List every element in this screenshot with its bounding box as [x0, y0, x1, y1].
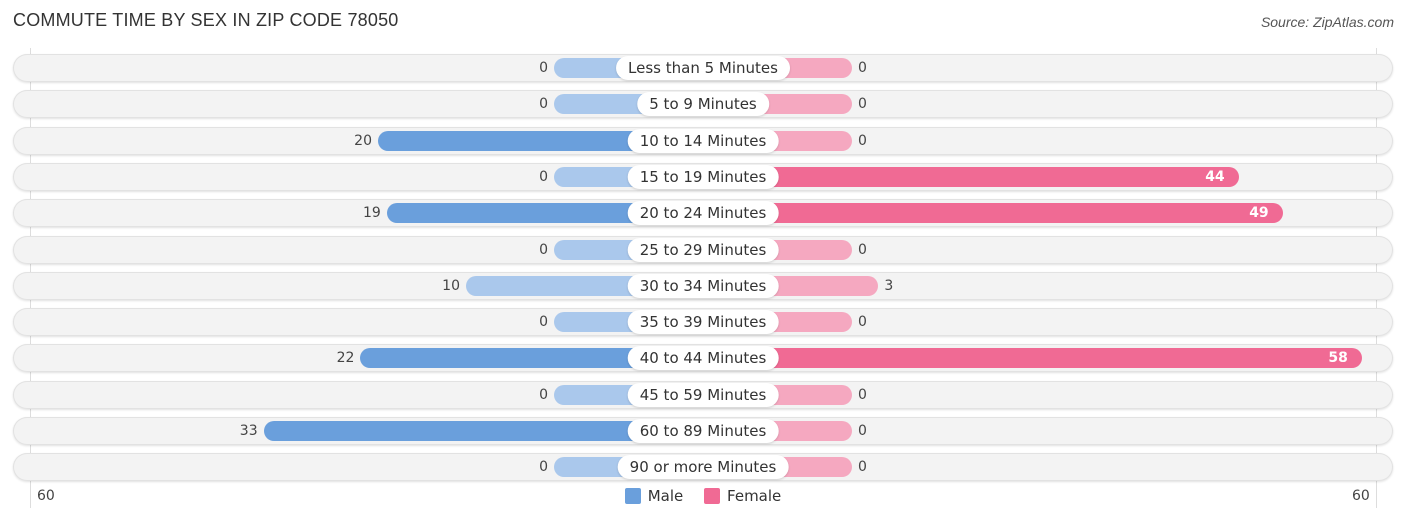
value-label-male: 33 [239, 423, 258, 439]
value-label-male: 10 [442, 277, 460, 294]
value-label-female: 49 [1249, 205, 1269, 222]
value-label-female: 0 [858, 459, 867, 476]
value-label-female: 58 [1328, 350, 1348, 367]
bar-female [703, 348, 1363, 369]
value-label-female: 0 [858, 60, 867, 76]
value-label-male: 0 [539, 168, 548, 185]
value-label-female: 44 [1205, 168, 1225, 185]
legend-item-male: Male [624, 487, 684, 505]
value-label-female: 0 [858, 386, 867, 403]
value-label-male: 0 [539, 96, 548, 113]
category-label: 10 to 14 Minutes [627, 128, 779, 153]
value-label-male: 0 [539, 459, 548, 476]
legend-label-male: Male [647, 487, 684, 505]
value-label-male: 0 [539, 241, 548, 258]
bar-female [703, 166, 1240, 187]
chart-container: COMMUTE TIME BY SEX IN ZIP CODE 78050 So… [0, 0, 1406, 522]
value-label-male: 20 [354, 132, 372, 149]
legend-swatch-male [624, 488, 641, 504]
category-label: 40 to 44 Minutes [627, 346, 779, 371]
legend: Male Female [0, 487, 1406, 508]
category-label: 20 to 24 Minutes [627, 201, 779, 226]
category-label: 45 to 59 Minutes [627, 382, 779, 407]
bar-female [703, 203, 1284, 224]
category-label: 15 to 19 Minutes [627, 164, 779, 189]
value-label-female: 3 [884, 277, 894, 294]
chart-title: COMMUTE TIME BY SEX IN ZIP CODE 78050 [13, 10, 399, 30]
value-label-male: 0 [539, 60, 548, 76]
category-label: Less than 5 Minutes [616, 56, 790, 80]
category-label: 5 to 9 Minutes [637, 92, 769, 117]
value-label-female: 0 [858, 96, 867, 113]
value-label-male: 19 [362, 205, 381, 222]
category-label: 60 to 89 Minutes [627, 419, 779, 443]
value-label-female: 0 [858, 241, 867, 258]
category-label: 90 or more Minutes [617, 455, 789, 480]
legend-swatch-female [704, 488, 721, 504]
value-label-male: 0 [539, 386, 548, 403]
value-label-female: 0 [858, 314, 867, 331]
legend-label-female: Female [727, 487, 782, 505]
value-label-female: 0 [858, 423, 867, 439]
value-label-male: 22 [336, 350, 355, 367]
category-label: 25 to 29 Minutes [627, 237, 779, 262]
value-label-female: 0 [858, 132, 867, 149]
value-label-male: 0 [539, 314, 548, 331]
source-credit: Source: ZipAtlas.com [1260, 14, 1394, 30]
legend-item-female: Female [704, 487, 781, 505]
category-label: 35 to 39 Minutes [627, 310, 779, 335]
category-label: 30 to 34 Minutes [627, 273, 779, 298]
